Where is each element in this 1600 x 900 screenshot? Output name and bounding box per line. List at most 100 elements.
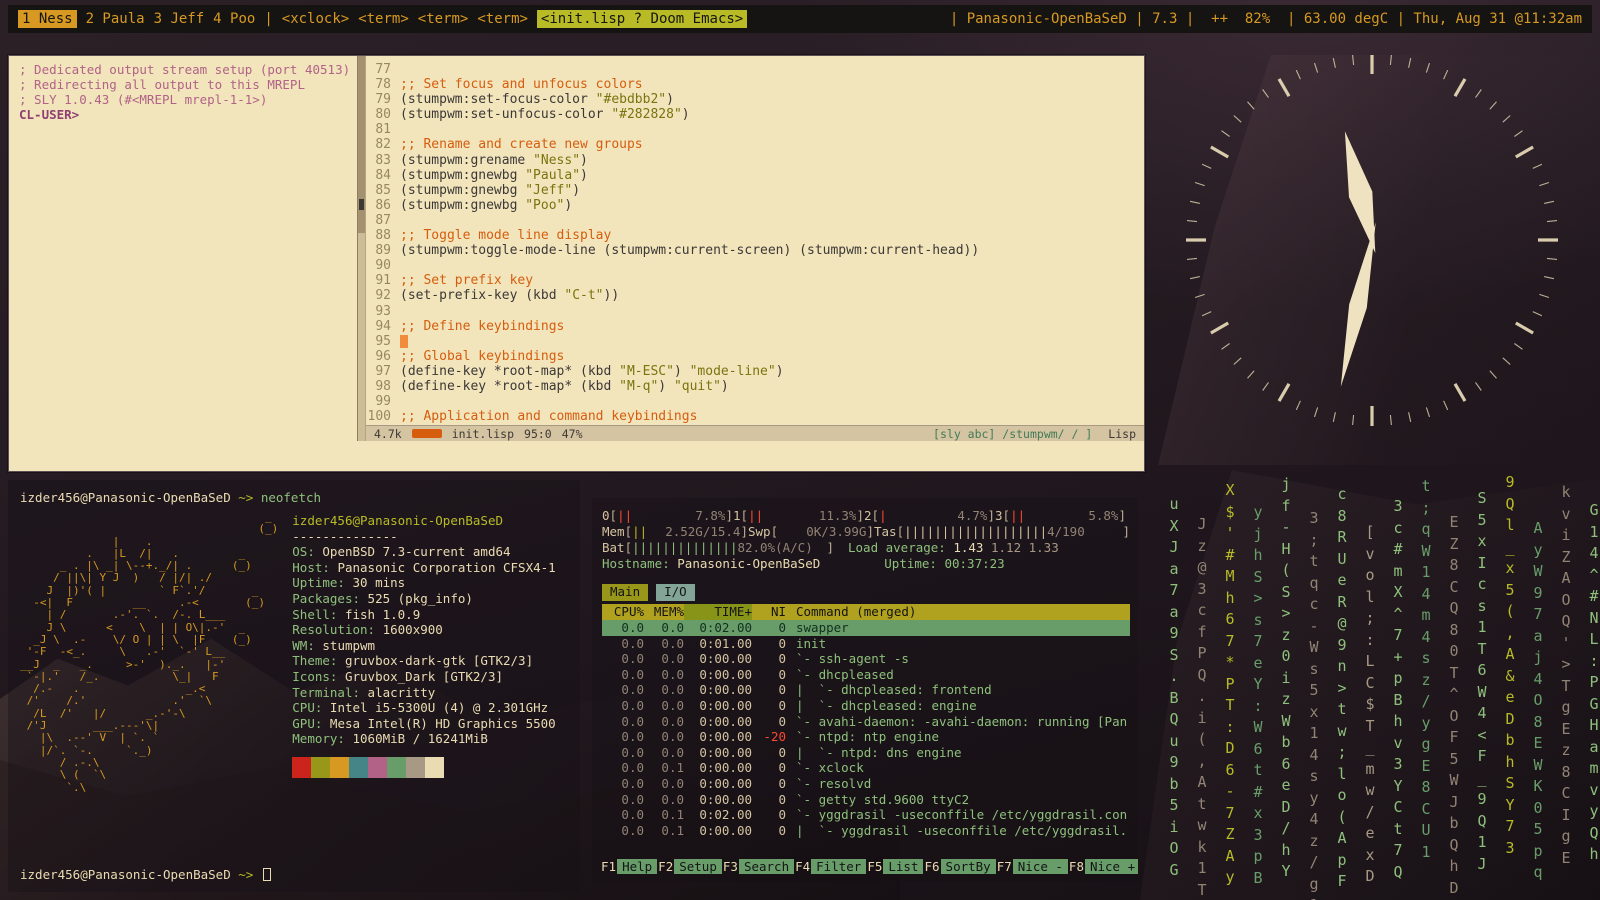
group-item[interactable]: 1 Ness — [18, 10, 77, 28]
process-row[interactable]: 0.00.00:00.000`- resolvd — [602, 776, 1130, 792]
column-header-commandmerged[interactable]: Command (merged) — [786, 604, 1130, 620]
matrix-column: 9 Q l _ x 5 ( , A & e D b h S Y 7 3 — [1502, 472, 1518, 859]
echo-area[interactable] — [9, 441, 1144, 471]
process-row[interactable]: 0.00.00:01.000init — [602, 636, 1130, 652]
info-value: gruvbox-dark-gtk [GTK2/3] — [345, 653, 533, 668]
fkey-label: List — [883, 859, 923, 874]
htop-tab-io[interactable]: I/O — [656, 584, 695, 601]
cell-mem: 0.1 — [644, 823, 684, 839]
htop-column-header[interactable]: CPU%MEM%TIME+NICommand (merged) — [602, 604, 1130, 620]
fkey-label: Help — [617, 859, 657, 874]
shell-prompt-idle[interactable]: izder456@Panasonic-OpenBaSeD ~> — [20, 867, 271, 882]
window-item[interactable]: <xclock> — [282, 11, 349, 27]
window-item[interactable]: <term> — [418, 11, 469, 27]
column-header-cpu[interactable]: CPU% — [602, 604, 644, 620]
terminal-color-palette — [292, 757, 555, 778]
process-row[interactable]: 0.00.00:02.000swapper — [602, 620, 1130, 636]
htop-meter: 1[||11.3%] — [733, 508, 864, 524]
meter-bracket: ] — [1122, 524, 1130, 540]
process-row[interactable]: 0.00.10:00.000`- xclock — [602, 760, 1130, 776]
line-number: 80 — [366, 107, 400, 122]
hostname-value: Panasonic-OpenBaSeD — [677, 556, 820, 572]
sly-mrepl-buffer[interactable]: ; Dedicated output stream setup (port 40… — [9, 56, 357, 441]
meter-label: Tas — [874, 524, 897, 540]
line-number: 84 — [366, 168, 400, 183]
cell-time: 0:02.00 — [684, 620, 752, 636]
terminal-neofetch[interactable]: izder456@Panasonic-OpenBaSeD ~> neofetch… — [8, 480, 580, 892]
group-item[interactable]: 2 Paula — [86, 11, 145, 27]
group-item[interactable]: 4 Poo — [213, 11, 255, 27]
column-header-ni[interactable]: NI — [752, 604, 786, 620]
buffer-size: 4.7k — [374, 427, 402, 441]
matrix-column: t ; q W 1 4 m 4 s z / y g E 8 C U 1 — [1418, 476, 1434, 863]
buffer-name: init.lisp — [452, 427, 514, 441]
meter-label: Bat — [602, 540, 625, 556]
load-average-first: 1.43 — [953, 540, 983, 555]
process-row[interactable]: 0.00.00:00.000`- avahi-daemon: -avahi-da… — [602, 714, 1130, 730]
htop-tab-main[interactable]: Main — [602, 584, 648, 601]
meter-bracket: ] — [826, 540, 834, 556]
info-value: Intel i5-5300U (4) @ 2.301GHz — [330, 700, 548, 715]
process-row[interactable]: 0.00.00:00.000| `- dhcpleased: frontend — [602, 682, 1130, 698]
meter-body: ||11.3% — [748, 508, 856, 524]
matrix-column: A y W 9 7 a j 4 O 8 E W K 0 5 p q — [1530, 518, 1546, 884]
process-row[interactable]: 0.00.00:00.000| `- dhcpleased: engine — [602, 698, 1130, 714]
htop-function-bar: F1HelpF2SetupF3SearchF4FilterF5ListF6Sor… — [600, 859, 1138, 876]
process-row[interactable]: 0.00.00:00.000`- ssh-agent -s — [602, 651, 1130, 667]
window-item[interactable]: <term> — [477, 11, 528, 27]
process-row[interactable]: 0.00.00:00.000`- getty std.9600 ttyC2 — [602, 792, 1130, 808]
window-item[interactable]: <init.lisp ? Doom Emacs> — [537, 10, 747, 28]
process-row[interactable]: 0.00.00:00.000| `- ntpd: dns engine — [602, 745, 1130, 761]
meter-bracket: [ — [771, 524, 779, 540]
repl-prompt[interactable]: CL-USER> — [19, 107, 353, 122]
matrix-column: X $ ' # M h 6 7 * P T : D 6 - 7 Z A y — [1222, 480, 1238, 889]
line-number: 89 — [366, 243, 400, 258]
info-value: OpenBSD 7.3-current amd64 — [322, 544, 510, 559]
meter-bracket: ] — [856, 508, 864, 524]
fkey-f7[interactable]: F7Nice - — [996, 859, 1068, 876]
fkey-f8[interactable]: F8Nice + — [1068, 859, 1138, 876]
cell-mem: 0.0 — [644, 792, 684, 808]
fkey-f6[interactable]: F6SortBy — [923, 859, 995, 876]
code-text: ;; Toggle mode line display — [400, 228, 611, 243]
meter-value: 5.8% — [1088, 508, 1118, 524]
palette-swatch — [292, 757, 311, 778]
init-lisp-buffer[interactable]: 7778;; Set focus and unfocus colors79(st… — [366, 56, 1144, 425]
group-item[interactable]: 3 Jeff — [154, 11, 205, 27]
meter-value: 11.3% — [819, 508, 857, 524]
fkey-f1[interactable]: F1Help — [600, 859, 657, 876]
fkey-f5[interactable]: F5List — [866, 859, 923, 876]
cell-cpu: 0.0 — [602, 698, 644, 714]
cell-nice: 0 — [752, 636, 786, 652]
process-row[interactable]: 0.00.10:02.000`- yggdrasil -useconffile … — [602, 807, 1130, 823]
cell-cpu: 0.0 — [602, 823, 644, 839]
window-item[interactable]: <term> — [358, 11, 409, 27]
fkey-f2[interactable]: F2Setup — [657, 859, 722, 876]
cell-time: 0:00.00 — [684, 729, 752, 745]
info-label: Shell: — [292, 607, 345, 622]
fkey-f4[interactable]: F4Filter — [794, 859, 866, 876]
emacs-window-divider[interactable] — [357, 56, 366, 441]
htop-meter: Mem[||2.52G/15.4] — [602, 524, 748, 540]
column-header-mem[interactable]: MEM% — [644, 604, 684, 620]
meter-body: ||5.8% — [1010, 508, 1118, 524]
cell-nice: -20 — [752, 729, 786, 745]
code-line: 97(define-key *root-map* (kbd "M-ESC") "… — [366, 364, 1144, 379]
column-header-time+[interactable]: TIME+ — [684, 604, 752, 620]
palette-swatch — [387, 757, 406, 778]
process-row[interactable]: 0.00.10:00.000| `- yggdrasil -useconffil… — [602, 823, 1130, 839]
cell-cpu: 0.0 — [602, 651, 644, 667]
fkey-f3[interactable]: F3Search — [722, 859, 794, 876]
code-line: 92(set-prefix-key (kbd "C-t")) — [366, 288, 1144, 303]
fkey-number: F6 — [923, 859, 940, 874]
process-row[interactable]: 0.00.00:00.00-20`- ntpd: ntp engine — [602, 729, 1130, 745]
info-value: 30 mins — [353, 575, 406, 590]
neofetch-info-line: GPU: Mesa Intel(R) HD Graphics 5500 — [292, 716, 555, 732]
openbsd-puffy-ascii-art: _ (_) | . . |L /| . _ _ . |\ _| \--+._/|… — [20, 511, 278, 794]
modeline-groups-windows: 1 Ness2 Paula3 Jeff4 Poo|<xclock><term><… — [18, 10, 747, 28]
neofetch-info-line: Uptime: 30 mins — [292, 575, 555, 591]
terminal-htop[interactable]: 0[||7.8%]1[||11.3%]2[|4.7%]3[||5.8%]Mem[… — [592, 498, 1138, 882]
process-row[interactable]: 0.00.00:00.000`- dhcpleased — [602, 667, 1130, 683]
cell-command: `- yggdrasil -useconffile /etc/yggdrasil… — [786, 807, 1130, 823]
info-label: Resolution: — [292, 622, 382, 637]
